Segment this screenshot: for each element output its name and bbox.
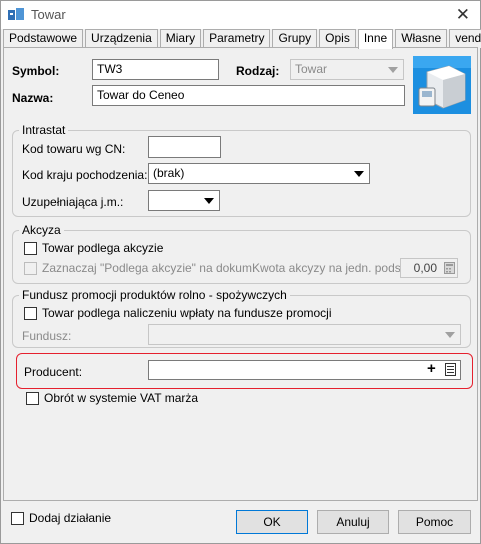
add-icon[interactable]: + [427, 360, 436, 377]
app-icon [8, 8, 24, 20]
tab-parametry[interactable]: Parametry [203, 29, 271, 48]
akcyza-title: Akcyza [19, 223, 64, 237]
intrastat-title: Intrastat [19, 123, 69, 137]
rodzaj-value: Towar [295, 62, 328, 76]
symbol-label: Symbol: [12, 64, 60, 78]
tab-miary[interactable]: Miary [159, 29, 202, 48]
zaznaczaj-label: Zaznaczaj "Podlega akcyzie" na dokum. [42, 261, 256, 275]
close-icon[interactable]: ✕ [456, 5, 470, 25]
akcyza-label: Towar podlega akcyzie [42, 241, 164, 255]
tab-podstawowe[interactable]: Podstawowe [3, 29, 84, 48]
tab-vendero[interactable]: vendero [449, 29, 481, 48]
dodaj-dzialanie-checkbox[interactable] [11, 512, 24, 525]
kod-cn-field[interactable] [148, 136, 221, 158]
fundusz-select [148, 324, 461, 345]
kraj-label: Kod kraju pochodzenia: [22, 168, 148, 182]
product-image [413, 56, 471, 114]
akcyza-checkbox[interactable] [24, 242, 37, 255]
kwota-value: 0,00 [413, 261, 437, 275]
list-icon[interactable] [445, 363, 456, 376]
vat-marza-label: Obrót w systemie VAT marża [44, 391, 199, 405]
chevron-down-icon [445, 332, 455, 338]
kraj-value: (brak) [153, 166, 185, 180]
towar-dialog: Towar ✕ Podstawowe Urządzenia Miary Para… [0, 0, 481, 544]
dialog-footer: Dodaj działanie OK Anuluj Pomoc [1, 501, 480, 543]
tab-wlasne[interactable]: Własne [395, 29, 448, 48]
producent-field[interactable] [148, 360, 461, 380]
chevron-down-icon [204, 198, 214, 204]
title-bar: Towar ✕ [1, 1, 480, 29]
chevron-down-icon [354, 171, 364, 177]
tab-urzadzenia[interactable]: Urządzenia [85, 29, 158, 48]
tab-grupy[interactable]: Grupy [272, 29, 318, 48]
window-title: Towar [31, 7, 66, 22]
jm-label: Uzupełniająca j.m.: [22, 195, 124, 209]
rodzaj-select: Towar [290, 59, 404, 80]
kraj-select[interactable]: (brak) [148, 163, 370, 184]
kwota-label: Kwota akcyzy na jedn. podst. [252, 261, 408, 275]
dodaj-dzialanie-label: Dodaj działanie [29, 511, 112, 525]
tab-opis[interactable]: Opis [319, 29, 356, 48]
nazwa-field[interactable]: Towar do Ceneo [92, 85, 405, 106]
fundusz-title: Fundusz promocji produktów rolno - spoży… [19, 288, 290, 302]
fundusz-label: Fundusz: [22, 329, 72, 343]
tab-page-inne: Symbol: TW3 Rodzaj: Towar Nazwa: Towar d… [3, 47, 478, 501]
ok-button[interactable]: OK [236, 510, 308, 534]
fundusz-podlega-label: Towar podlega naliczeniu wpłaty na fundu… [42, 306, 332, 320]
chevron-down-icon [388, 67, 398, 73]
producent-label: Producent: [24, 365, 83, 379]
rodzaj-label: Rodzaj: [236, 64, 280, 78]
pomoc-button[interactable]: Pomoc [398, 510, 471, 534]
vat-marza-checkbox[interactable] [26, 392, 39, 405]
jm-select[interactable] [148, 190, 220, 211]
tab-strip: Podstawowe Urządzenia Miary Parametry Gr… [3, 29, 481, 49]
anuluj-button[interactable]: Anuluj [317, 510, 389, 534]
kod-cn-label: Kod towaru wg CN: [22, 142, 126, 156]
zaznaczaj-checkbox [24, 262, 37, 275]
calculator-icon [444, 262, 455, 274]
symbol-field[interactable]: TW3 [92, 59, 219, 80]
tab-inne[interactable]: Inne [357, 29, 394, 49]
fundusz-checkbox[interactable] [24, 307, 37, 320]
nazwa-label: Nazwa: [12, 91, 54, 105]
